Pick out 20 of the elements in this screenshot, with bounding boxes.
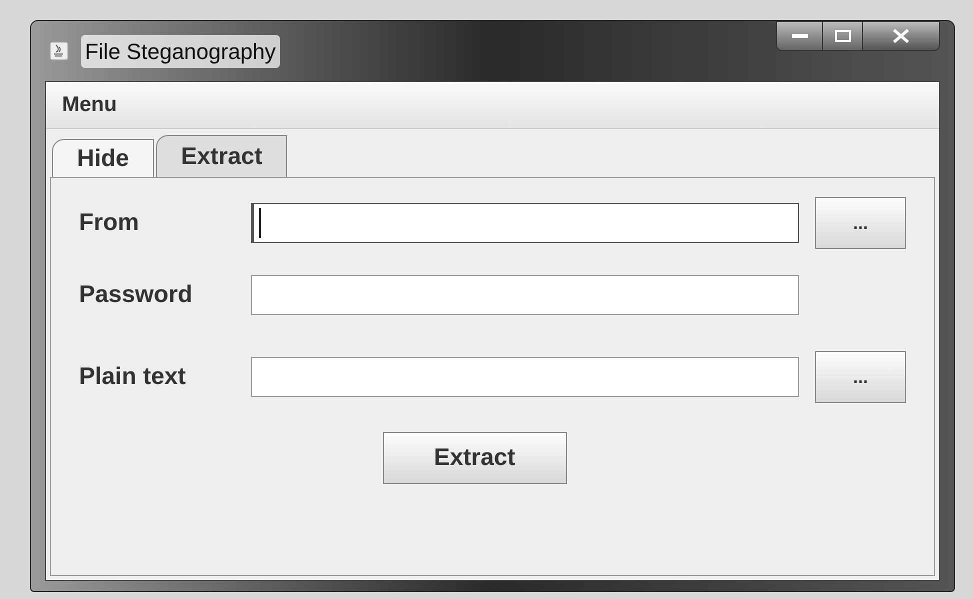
menu-item[interactable]: Menu [62, 89, 117, 121]
window-title: File Steganography [81, 34, 280, 68]
minimize-icon [792, 33, 808, 39]
maximize-button[interactable] [823, 22, 863, 50]
tab[interactable]: Hide [52, 139, 154, 177]
field-label: Password [79, 280, 194, 310]
text-cursor [259, 208, 261, 238]
input-field[interactable] [251, 275, 799, 315]
input-field[interactable] [251, 203, 799, 243]
browse-button[interactable]: ... [815, 351, 906, 403]
extract-button[interactable]: Extract [382, 432, 566, 484]
close-icon [892, 29, 910, 43]
maximize-icon [834, 30, 850, 42]
close-button[interactable] [863, 22, 939, 50]
tab[interactable]: Extract [156, 135, 288, 177]
browse-button[interactable]: ... [815, 197, 906, 249]
field-label: From [79, 208, 140, 238]
input-field[interactable] [251, 357, 799, 397]
minimize-button[interactable] [777, 22, 823, 50]
field-label: Plain text [79, 362, 187, 392]
